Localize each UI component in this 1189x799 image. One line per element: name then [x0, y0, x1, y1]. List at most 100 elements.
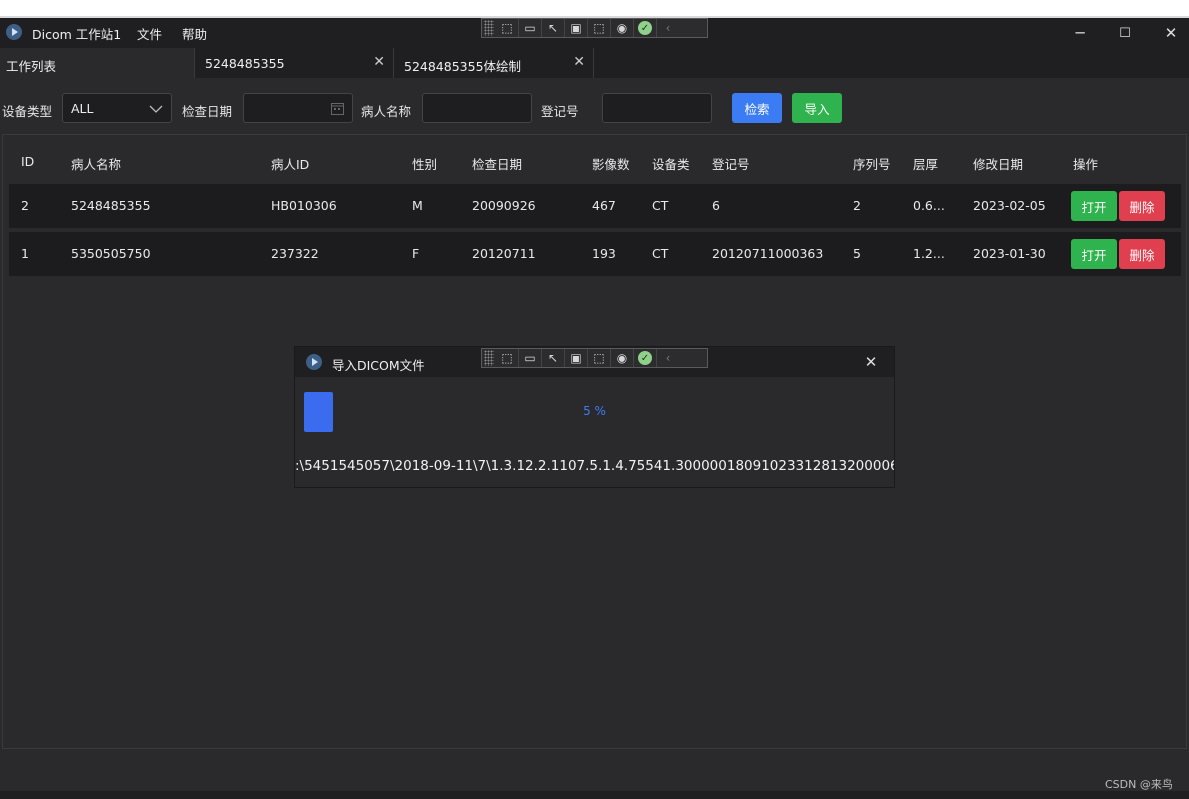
- frame-icon[interactable]: ▣: [565, 19, 588, 37]
- ok-icon[interactable]: ✓: [634, 349, 657, 367]
- debug-toolbar: ⬚ ▭ ↖ ▣ ⬚ ◉ ✓ ‹: [481, 348, 708, 368]
- column-header-series: 序列号: [853, 157, 891, 172]
- status-bar: [0, 791, 1189, 799]
- top-strip: [0, 0, 1189, 18]
- cell-images: 467: [592, 198, 616, 213]
- collapse-icon[interactable]: ‹: [657, 19, 679, 37]
- cell-series: 2: [853, 198, 861, 213]
- device-type-value: ALL: [71, 101, 94, 116]
- exam-date-label: 检查日期: [182, 104, 233, 119]
- column-header-id: ID: [21, 154, 35, 169]
- import-dialog-title: 导入DICOM文件: [332, 358, 425, 373]
- tab-patient[interactable]: 5248485355 ✕: [195, 48, 394, 78]
- column-header-actions: 操作: [1073, 157, 1099, 172]
- delete-button[interactable]: 删除: [1119, 239, 1165, 269]
- cell-sex: F: [412, 246, 420, 261]
- track-icon[interactable]: ⬚: [588, 349, 611, 367]
- title-bar: Dicom 工作站1 文件 帮助 ⬚ ▭ ↖ ▣ ⬚ ◉ ✓ ‹ ─ ☐ ✕: [0, 18, 1189, 48]
- column-header-images: 影像数: [592, 157, 630, 172]
- collapse-icon[interactable]: ‹: [657, 349, 679, 367]
- cell-patient-id: HB010306: [271, 198, 337, 213]
- grip-icon[interactable]: [484, 20, 494, 36]
- maximize-button[interactable]: ☐: [1103, 18, 1147, 48]
- select-element-icon[interactable]: ⬚: [496, 19, 519, 37]
- cell-name: 5248485355: [71, 198, 151, 213]
- tab-label: 5248485355体绘制: [404, 59, 522, 74]
- open-button[interactable]: 打开: [1071, 239, 1117, 269]
- record-icon[interactable]: ▭: [519, 19, 542, 37]
- cell-thickness: 0.6...: [913, 198, 945, 213]
- app-logo-icon: [6, 24, 22, 40]
- tab-strip: 工作列表 5248485355 ✕ 5248485355体绘制 ✕: [0, 48, 1189, 78]
- progress-text: 5 %: [583, 404, 606, 418]
- column-header-patient-id: 病人ID: [271, 157, 310, 172]
- column-header-device: 设备类: [652, 157, 690, 172]
- cell-sex: M: [412, 198, 423, 213]
- device-type-select[interactable]: ALL: [62, 93, 172, 123]
- import-progress-bar: 5 %: [304, 392, 885, 432]
- table-row[interactable]: 1 5350505750 237322 F 20120711 193 CT 20…: [9, 232, 1181, 276]
- register-no-label: 登记号: [541, 104, 579, 119]
- app-logo-icon: [306, 354, 322, 370]
- register-no-input[interactable]: [602, 93, 712, 123]
- watermark: CSDN @来鸟: [1105, 778, 1173, 791]
- menu-file[interactable]: 文件: [137, 24, 162, 43]
- cell-register: 6: [712, 198, 720, 213]
- device-type-label: 设备类型: [2, 104, 53, 119]
- delete-button[interactable]: 删除: [1119, 191, 1165, 221]
- select-element-icon[interactable]: ⬚: [496, 349, 519, 367]
- import-dialog-close-button[interactable]: ✕: [849, 347, 893, 377]
- cell-exam-date: 20090926: [472, 198, 536, 213]
- pointer-icon[interactable]: ↖: [542, 19, 565, 37]
- app-title: Dicom 工作站1: [32, 27, 122, 42]
- column-header-name: 病人名称: [71, 157, 122, 172]
- ok-icon[interactable]: ✓: [634, 19, 657, 37]
- pointer-icon[interactable]: ↖: [542, 349, 565, 367]
- tab-close-icon[interactable]: ✕: [573, 54, 585, 70]
- import-dialog: 导入DICOM文件 ✕ ⬚ ▭ ↖ ▣ ⬚ ◉ ✓ ‹ 5 % :\545154…: [295, 347, 894, 487]
- patient-name-input[interactable]: [422, 93, 532, 123]
- tab-label: 5248485355: [205, 56, 285, 71]
- import-file-path: :\5451545057\2018-09-11\7\1.3.12.2.1107.…: [295, 458, 894, 474]
- grip-icon[interactable]: [484, 350, 494, 366]
- cell-exam-date: 20120711: [472, 246, 536, 261]
- cell-modified: 2023-02-05: [973, 198, 1046, 213]
- chevron-down-icon: [149, 105, 163, 113]
- cell-device: CT: [652, 198, 669, 213]
- table-row[interactable]: 2 5248485355 HB010306 M 20090926 467 CT …: [9, 184, 1181, 228]
- cell-series: 5: [853, 246, 861, 261]
- column-header-thickness: 层厚: [913, 157, 939, 172]
- tab-close-icon[interactable]: ✕: [373, 54, 385, 70]
- patient-name-label: 病人名称: [361, 104, 412, 119]
- cell-modified: 2023-01-30: [973, 246, 1046, 261]
- tab-label: 工作列表: [6, 59, 57, 74]
- exam-date-picker[interactable]: [243, 93, 353, 123]
- menu-help[interactable]: 帮助: [182, 24, 207, 43]
- frame-icon[interactable]: ▣: [565, 349, 588, 367]
- cell-name: 5350505750: [71, 246, 151, 261]
- cell-device: CT: [652, 246, 669, 261]
- column-header-register: 登记号: [712, 157, 750, 172]
- debug-toolbar: ⬚ ▭ ↖ ▣ ⬚ ◉ ✓ ‹: [481, 18, 708, 38]
- close-button[interactable]: ✕: [1149, 18, 1189, 48]
- column-header-exam-date: 检查日期: [472, 157, 523, 172]
- search-button[interactable]: 检索: [732, 93, 782, 123]
- record-icon[interactable]: ▭: [519, 349, 542, 367]
- minimize-button[interactable]: ─: [1058, 18, 1102, 48]
- column-header-modified: 修改日期: [973, 157, 1024, 172]
- calendar-icon[interactable]: [331, 102, 344, 115]
- cell-register: 20120711000363: [712, 246, 824, 261]
- tab-volume-render[interactable]: 5248485355体绘制 ✕: [394, 48, 594, 78]
- cell-thickness: 1.2...: [913, 246, 945, 261]
- tab-worklist[interactable]: 工作列表: [0, 48, 195, 78]
- cell-images: 193: [592, 246, 616, 261]
- column-header-sex: 性别: [412, 157, 438, 172]
- cell-id: 1: [21, 246, 29, 261]
- hot-reload-icon[interactable]: ◉: [611, 349, 634, 367]
- hot-reload-icon[interactable]: ◉: [611, 19, 634, 37]
- open-button[interactable]: 打开: [1071, 191, 1117, 221]
- track-icon[interactable]: ⬚: [588, 19, 611, 37]
- import-button[interactable]: 导入: [792, 93, 842, 123]
- cell-patient-id: 237322: [271, 246, 319, 261]
- cell-id: 2: [21, 198, 29, 213]
